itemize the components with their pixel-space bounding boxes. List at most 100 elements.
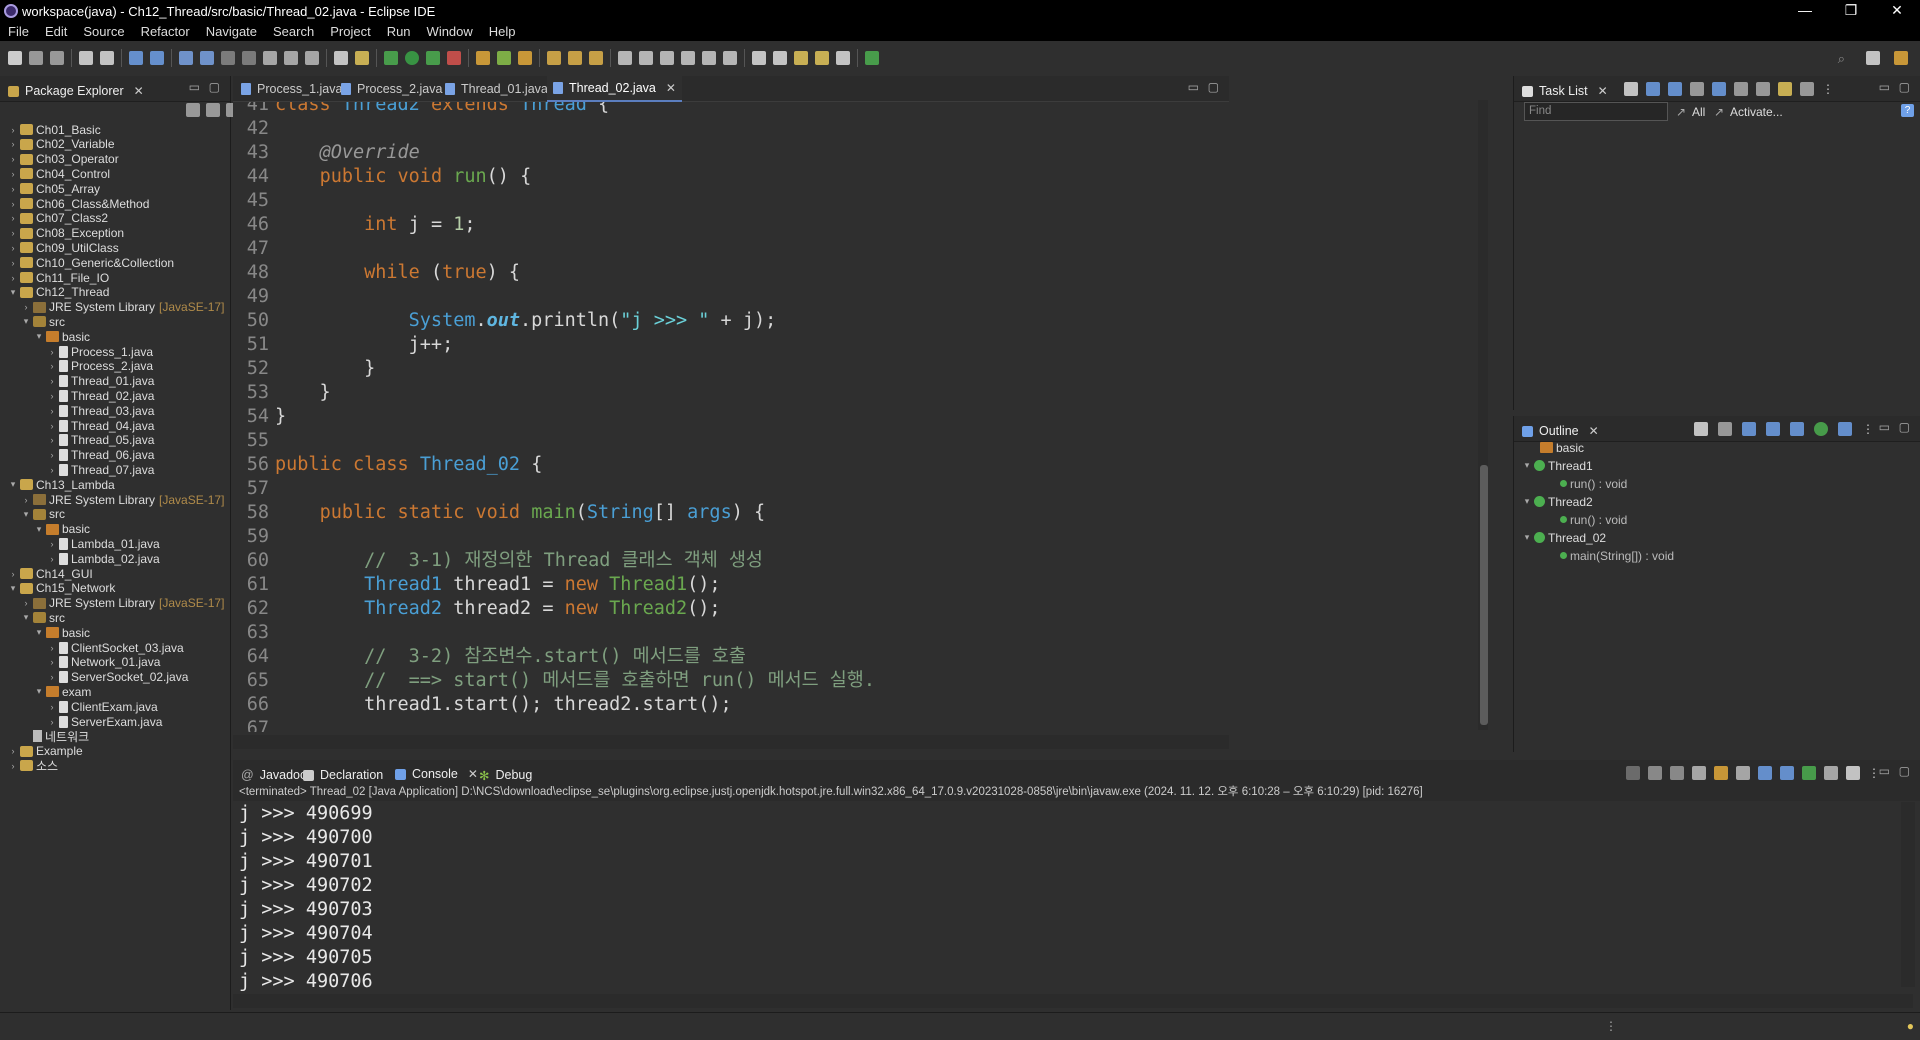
annotation-icon[interactable] — [618, 51, 632, 65]
categorize-icon[interactable] — [1646, 82, 1660, 96]
menu-project[interactable]: Project — [322, 24, 378, 39]
open-perspective-icon[interactable] — [1866, 51, 1880, 65]
chevron-right-icon[interactable]: › — [47, 361, 57, 371]
tree-item[interactable]: ▾ src — [21, 314, 65, 329]
minimize-view-icon[interactable]: ▭ — [1879, 764, 1890, 778]
presentation-icon[interactable] — [1800, 82, 1814, 96]
expand-all-icon[interactable] — [1756, 82, 1770, 96]
hide-completed-icon[interactable] — [1690, 82, 1704, 96]
chevron-right-icon[interactable]: › — [8, 213, 18, 223]
chevron-right-icon[interactable]: › — [8, 746, 18, 756]
undo-icon[interactable] — [79, 51, 93, 65]
focus-icon[interactable] — [1712, 82, 1726, 96]
chevron-down-icon[interactable]: ▾ — [8, 287, 18, 298]
step-into-icon[interactable] — [263, 51, 277, 65]
last-edit-icon[interactable] — [794, 51, 808, 65]
chevron-right-icon[interactable]: › — [47, 376, 57, 386]
tree-item[interactable]: › ServerExam.java — [47, 714, 163, 729]
close-icon[interactable]: ✕ — [666, 81, 676, 95]
sort-icon[interactable] — [1742, 422, 1756, 436]
minimize-view-icon[interactable]: ▭ — [189, 80, 200, 94]
tree-item[interactable]: › Ch03_Operator — [8, 152, 119, 167]
chevron-right-icon[interactable]: › — [21, 302, 31, 312]
editor-scroll-thumb[interactable] — [1480, 465, 1488, 725]
tree-item[interactable]: › Thread_01.java — [47, 374, 155, 389]
tree-item[interactable]: › Ch07_Class2 — [8, 211, 109, 226]
console-horizontal-scrollbar[interactable] — [233, 994, 1913, 1008]
tree-item[interactable]: › Thread_03.java — [47, 403, 155, 418]
resume-icon[interactable] — [179, 51, 193, 65]
terminate-icon[interactable] — [221, 51, 235, 65]
open-task-icon[interactable] — [334, 51, 348, 65]
external-tools-icon[interactable] — [447, 51, 461, 65]
outline-tab[interactable]: Outline ✕ — [1522, 420, 1599, 442]
tree-item[interactable]: › Process_1.java — [47, 344, 154, 359]
java-perspective-icon[interactable] — [1894, 51, 1908, 65]
view-menu-icon[interactable]: ⋮ — [1822, 82, 1834, 96]
tab-javadoc[interactable]: @ Javadoc — [241, 764, 306, 786]
outline-item-thread2[interactable]: ▾ Thread2 — [1522, 494, 1593, 509]
search-task-icon[interactable] — [355, 51, 369, 65]
focus-active-task-icon[interactable] — [1694, 422, 1708, 436]
chevron-right-icon[interactable]: › — [8, 243, 18, 253]
menu-file[interactable]: File — [0, 24, 37, 39]
collapse-all-icon[interactable] — [1734, 82, 1748, 96]
open-console-icon[interactable] — [1846, 766, 1860, 780]
close-icon[interactable]: ✕ — [1598, 84, 1608, 98]
new-java-project-icon[interactable] — [476, 51, 490, 65]
terminate-icon[interactable] — [1626, 766, 1640, 780]
chevron-right-icon[interactable]: › — [47, 657, 57, 667]
chevron-down-icon[interactable]: ▾ — [8, 479, 18, 490]
outline-item-main[interactable]: main(String[]) : void — [1558, 548, 1674, 563]
chevron-right-icon[interactable]: › — [8, 199, 18, 209]
tree-item[interactable]: › Ch08_Exception — [8, 226, 125, 241]
tree-item[interactable]: › Ch02_Variable — [8, 137, 115, 152]
chevron-right-icon[interactable]: › — [21, 495, 31, 505]
chevron-right-icon[interactable]: › — [8, 139, 18, 149]
console-output[interactable]: j >>> 490699 j >>> 490700 j >>> 490701 j… — [233, 802, 1893, 992]
chevron-right-icon[interactable]: › — [8, 761, 18, 771]
chevron-right-icon[interactable]: › — [8, 169, 18, 179]
display-console-icon[interactable] — [1824, 766, 1838, 780]
hide-static-icon[interactable] — [1790, 422, 1804, 436]
chevron-right-icon[interactable]: › — [47, 450, 57, 460]
prev-annotation-icon[interactable] — [773, 51, 787, 65]
tree-item[interactable]: › 소스 — [8, 758, 59, 773]
edit-icon[interactable] — [639, 51, 653, 65]
maximize-view-icon[interactable]: ▢ — [1899, 80, 1910, 94]
close-icon[interactable]: ✕ — [468, 767, 478, 781]
save-all-icon[interactable] — [50, 51, 64, 65]
maximize-view-icon[interactable]: ▢ — [1899, 764, 1910, 778]
tree-item[interactable]: › Ch01_Basic — [8, 122, 101, 137]
next-annotation-icon[interactable] — [752, 51, 766, 65]
close-icon[interactable]: ✕ — [1874, 0, 1920, 22]
menu-search[interactable]: Search — [265, 24, 322, 39]
chevron-down-icon[interactable]: ▾ — [1522, 532, 1532, 543]
chevron-right-icon[interactable]: › — [47, 702, 57, 712]
mark-occurrences-icon[interactable] — [660, 51, 674, 65]
chevron-right-icon[interactable]: › — [47, 643, 57, 653]
outline-item-package[interactable]: basic — [1538, 440, 1584, 455]
hide-nonpublic-icon[interactable] — [1814, 422, 1828, 436]
show-on-stdout-icon[interactable] — [1758, 766, 1772, 780]
task-list-tab[interactable]: Task List ✕ — [1522, 80, 1608, 102]
menu-window[interactable]: Window — [419, 24, 481, 39]
close-icon[interactable]: ✕ — [134, 84, 144, 98]
tree-item[interactable]: › Ch11_File_IO — [8, 270, 110, 285]
close-icon[interactable]: ✕ — [1589, 424, 1599, 438]
outline-item-run1[interactable]: run() : void — [1558, 476, 1627, 491]
chevron-down-icon[interactable]: ▾ — [21, 612, 31, 623]
tree-item[interactable]: › Thread_07.java — [47, 462, 155, 477]
show-whitespace-icon[interactable] — [723, 51, 737, 65]
tree-item[interactable]: › JRE System Library [JavaSE-17] — [21, 596, 225, 611]
clear-console-icon[interactable] — [1692, 766, 1706, 780]
tab-declaration[interactable]: Declaration — [303, 764, 383, 786]
new-package-icon[interactable] — [497, 51, 511, 65]
link-editor-icon[interactable] — [206, 103, 220, 117]
filter-all-link[interactable]: All — [1692, 105, 1705, 119]
step-return-icon[interactable] — [305, 51, 319, 65]
view-menu-icon[interactable]: ⋮ — [1862, 422, 1874, 436]
tree-item[interactable]: ▾ basic — [34, 522, 90, 537]
activate-task-link[interactable]: Activate... — [1730, 105, 1783, 119]
tree-item[interactable]: › Ch06_Class&Method — [8, 196, 150, 211]
